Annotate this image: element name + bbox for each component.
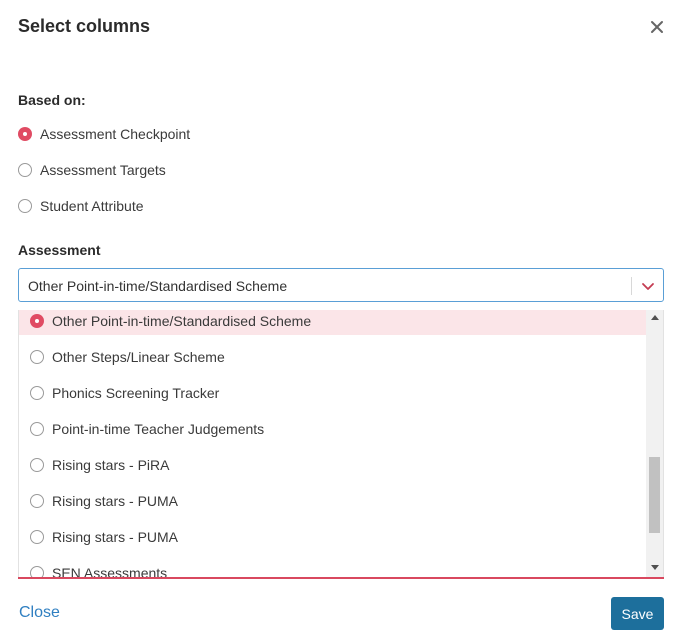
radio-checked-icon bbox=[30, 314, 44, 328]
radio-label: Assessment Targets bbox=[40, 162, 166, 178]
option-label: Phonics Screening Tracker bbox=[52, 385, 220, 401]
scroll-thumb[interactable] bbox=[649, 457, 660, 533]
dropdown-bottom-border bbox=[18, 577, 664, 579]
dropdown-option[interactable]: Rising stars - PUMA bbox=[19, 523, 647, 551]
radio-unchecked-icon[interactable] bbox=[18, 199, 32, 213]
modal-title: Select columns bbox=[18, 16, 151, 36]
dropdown-option[interactable]: Phonics Screening Tracker bbox=[19, 379, 647, 407]
option-label: Rising stars - PUMA bbox=[52, 529, 179, 545]
radio-assessment-checkpoint[interactable]: Assessment Checkpoint bbox=[18, 124, 190, 144]
radio-label: Student Attribute bbox=[40, 198, 144, 214]
radio-label: Assessment Checkpoint bbox=[40, 126, 191, 142]
dropdown-option[interactable]: Rising stars - PiRA bbox=[19, 451, 647, 479]
chevron-down-icon[interactable] bbox=[640, 278, 656, 294]
radio-unchecked-icon bbox=[30, 386, 44, 400]
dropdown-scrollbar[interactable] bbox=[646, 310, 663, 577]
option-label: Rising stars - PUMA bbox=[52, 493, 179, 509]
select-separator bbox=[631, 277, 632, 295]
radio-unchecked-icon bbox=[30, 350, 44, 364]
assessment-select[interactable]: Other Point-in-time/Standardised Scheme bbox=[18, 268, 664, 302]
assessment-dropdown-list[interactable]: Other Point-in-time/Standardised Scheme … bbox=[18, 310, 664, 578]
scroll-down-arrow-icon[interactable] bbox=[651, 565, 659, 570]
close-icon[interactable] bbox=[648, 18, 666, 36]
radio-checked-icon[interactable] bbox=[18, 127, 32, 141]
based-on-label: Based on: bbox=[18, 92, 86, 108]
save-button[interactable]: Save bbox=[611, 597, 664, 630]
close-link[interactable]: Close bbox=[19, 604, 60, 622]
radio-student-attribute[interactable]: Student Attribute bbox=[18, 196, 144, 216]
dropdown-option[interactable]: Rising stars - PUMA bbox=[19, 487, 647, 515]
option-label: Point-in-time Teacher Judgements bbox=[52, 421, 265, 437]
option-label: Other Point-in-time/Standardised Scheme bbox=[52, 313, 312, 329]
radio-unchecked-icon bbox=[30, 458, 44, 472]
option-label: Other Steps/Linear Scheme bbox=[52, 349, 225, 365]
scroll-up-arrow-icon[interactable] bbox=[651, 315, 659, 320]
radio-unchecked-icon bbox=[30, 422, 44, 436]
assessment-label: Assessment bbox=[18, 242, 101, 258]
dropdown-option[interactable]: Other Point-in-time/Standardised Scheme bbox=[19, 310, 647, 335]
radio-unchecked-icon bbox=[30, 494, 44, 508]
dropdown-option[interactable]: Other Steps/Linear Scheme bbox=[19, 343, 647, 371]
radio-assessment-targets[interactable]: Assessment Targets bbox=[18, 160, 166, 180]
dropdown-option[interactable]: SEN Assessments bbox=[19, 559, 647, 578]
assessment-select-value: Other Point-in-time/Standardised Scheme bbox=[28, 278, 288, 294]
option-label: Rising stars - PiRA bbox=[52, 457, 170, 473]
radio-unchecked-icon bbox=[30, 530, 44, 544]
dropdown-option[interactable]: Point-in-time Teacher Judgements bbox=[19, 415, 647, 443]
radio-unchecked-icon[interactable] bbox=[18, 163, 32, 177]
